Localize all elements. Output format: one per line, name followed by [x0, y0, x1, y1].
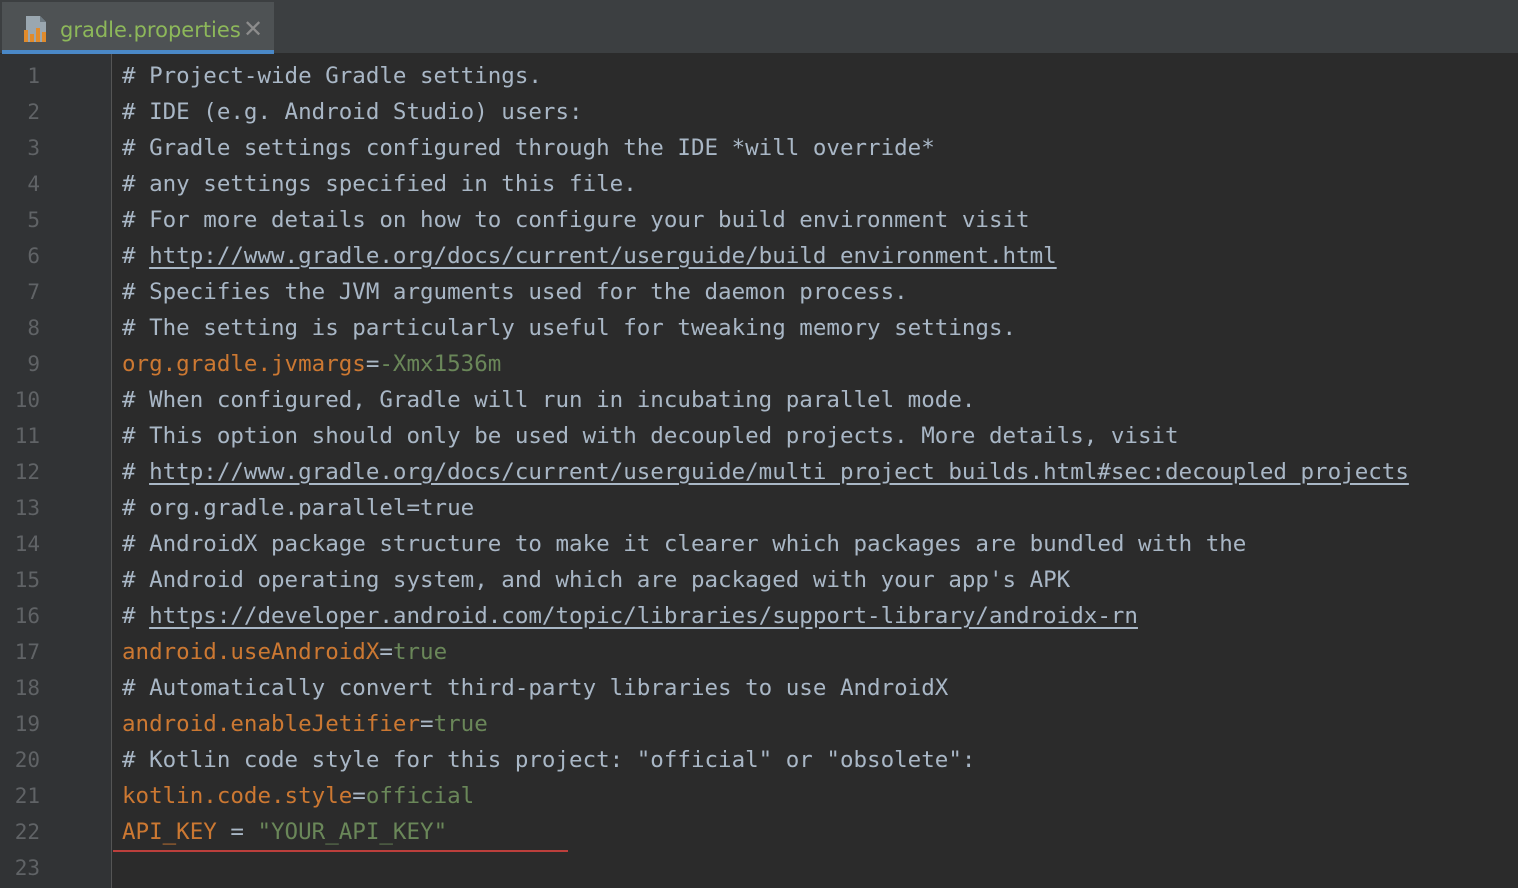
code-line[interactable]: # Kotlin code style for this project: "o…	[122, 742, 975, 778]
line-number: 3	[27, 136, 40, 160]
comment-text: # any settings specified in this file.	[122, 171, 637, 197]
code-line[interactable]: # http://www.gradle.org/docs/current/use…	[122, 238, 1057, 274]
code-line[interactable]: # The setting is particularly useful for…	[122, 310, 1016, 346]
code-line[interactable]: # Automatically convert third-party libr…	[122, 670, 948, 706]
property-key: org.gradle.jvmargs	[122, 351, 366, 377]
line-number: 21	[14, 784, 40, 808]
code-line[interactable]: # IDE (e.g. Android Studio) users:	[122, 94, 583, 130]
code-line[interactable]: # AndroidX package structure to make it …	[122, 526, 1246, 562]
line-number: 2	[27, 100, 40, 124]
property-value: true	[392, 639, 448, 665]
code-line[interactable]: API_KEY = "YOUR_API_KEY"	[122, 814, 447, 850]
property-key: android.enableJetifier	[122, 711, 421, 737]
tab-label: gradle.properties	[60, 18, 241, 42]
comment-text: #	[122, 459, 150, 485]
line-number-gutter: 1 2 3 4 5 6 7 8 9 10 11 12 13 14 15 16 17 18 19 20 21 22 23	[0, 54, 112, 888]
line-number: 13	[14, 496, 40, 520]
line-number: 20	[14, 748, 40, 772]
comment-text: # Kotlin code style for this project: "o…	[122, 747, 976, 773]
property-key: kotlin.code.style	[122, 783, 353, 809]
code-line[interactable]: # Android operating system, and which ar…	[122, 562, 1070, 598]
code-line[interactable]: # For more details on how to configure y…	[122, 202, 1030, 238]
line-number: 10	[14, 388, 40, 412]
comment-text: # This option should only be used with d…	[122, 423, 1179, 449]
line-number: 14	[14, 532, 40, 556]
comment-text: # Automatically convert third-party libr…	[122, 675, 949, 701]
line-number: 12	[14, 460, 40, 484]
line-number: 9	[27, 352, 40, 376]
url-link[interactable]: http://www.gradle.org/docs/current/userg…	[149, 243, 1057, 269]
assign-operator: =	[352, 783, 366, 809]
code-line[interactable]: # When configured, Gradle will run in in…	[122, 382, 975, 418]
comment-text: # Android operating system, and which ar…	[122, 567, 1071, 593]
line-number: 18	[14, 676, 40, 700]
comment-text: #	[122, 243, 150, 269]
gradle-properties-file-icon	[24, 16, 46, 42]
code-line[interactable]: # Specifies the JVM arguments used for t…	[122, 274, 908, 310]
property-key: API_KEY	[122, 819, 231, 845]
comment-text: # org.gradle.parallel=true	[122, 495, 475, 521]
line-number: 11	[14, 424, 40, 448]
comment-text: # AndroidX package structure to make it …	[122, 531, 1247, 557]
line-number: 23	[14, 856, 40, 880]
property-key: android.useAndroidX	[122, 639, 380, 665]
property-value: official	[365, 783, 475, 809]
comment-text: # Project-wide Gradle settings.	[122, 63, 542, 89]
url-link[interactable]: https://developer.android.com/topic/libr…	[149, 603, 1138, 629]
code-line[interactable]: # Gradle settings configured through the…	[122, 130, 935, 166]
property-value: -Xmx1536m	[379, 351, 502, 377]
editor-tab-bar: gradle.properties ✕	[0, 0, 1518, 54]
comment-text: # The setting is particularly useful for…	[122, 315, 1017, 341]
code-line[interactable]: # This option should only be used with d…	[122, 418, 1179, 454]
line-number: 16	[14, 604, 40, 628]
comment-text: # Specifies the JVM arguments used for t…	[122, 279, 908, 305]
line-number: 22	[14, 820, 40, 844]
code-line[interactable]: org.gradle.jvmargs=-Xmx1536m	[122, 346, 501, 382]
line-number: 17	[14, 640, 40, 664]
line-number: 19	[14, 712, 40, 736]
comment-text: #	[122, 603, 150, 629]
property-value: true	[433, 711, 488, 737]
code-line[interactable]: # any settings specified in this file.	[122, 166, 637, 202]
comment-text: # Gradle settings configured through the…	[122, 135, 935, 161]
tab-gradle-properties[interactable]: gradle.properties ✕	[2, 2, 274, 54]
url-link[interactable]: http://www.gradle.org/docs/current/userg…	[149, 459, 1409, 485]
comment-text: # When configured, Gradle will run in in…	[122, 387, 976, 413]
code-line[interactable]: # org.gradle.parallel=true	[122, 490, 474, 526]
line-number: 1	[27, 64, 40, 88]
line-number: 15	[14, 568, 40, 592]
property-value: "YOUR_API_KEY"	[257, 819, 448, 845]
code-line[interactable]: android.enableJetifier=true	[122, 706, 488, 742]
comment-text: # For more details on how to configure y…	[122, 207, 1030, 233]
line-number: 6	[27, 244, 40, 268]
code-line[interactable]: # http://www.gradle.org/docs/current/use…	[122, 454, 1409, 490]
line-number: 5	[27, 208, 40, 232]
code-line[interactable]: kotlin.code.style=official	[122, 778, 474, 814]
line-number: 8	[27, 316, 40, 340]
code-line[interactable]: # https://developer.android.com/topic/li…	[122, 598, 1138, 634]
close-icon[interactable]: ✕	[240, 15, 266, 43]
code-line[interactable]: # Project-wide Gradle settings.	[122, 58, 542, 94]
assign-operator: =	[379, 639, 393, 665]
assign-operator: =	[420, 711, 434, 737]
code-editor[interactable]: # Project-wide Gradle settings. # IDE (e.…	[113, 54, 1518, 888]
line-number: 7	[27, 280, 40, 304]
code-line[interactable]: android.useAndroidX=true	[122, 634, 447, 670]
assign-operator: =	[230, 819, 258, 845]
line-number: 4	[27, 172, 40, 196]
error-underline	[113, 850, 568, 852]
assign-operator: =	[365, 351, 380, 377]
comment-text: # IDE (e.g. Android Studio) users:	[122, 99, 583, 125]
